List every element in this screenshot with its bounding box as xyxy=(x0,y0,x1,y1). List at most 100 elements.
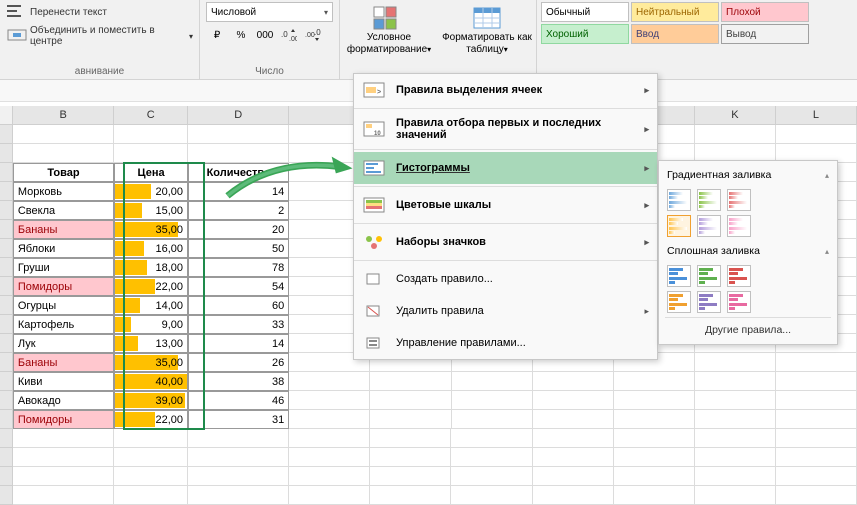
merge-center-icon xyxy=(6,26,28,47)
wrap-text-button[interactable]: Перенести текст xyxy=(6,2,193,23)
col-header-D[interactable]: D xyxy=(188,106,289,124)
cell-qty[interactable]: 14 xyxy=(188,334,289,353)
databar-thumb[interactable] xyxy=(727,189,751,211)
conditional-formatting-button[interactable]: Условное форматирование▾ xyxy=(340,2,438,57)
cell-qty[interactable]: 78 xyxy=(188,258,289,277)
currency-button[interactable]: ₽ xyxy=(206,25,228,45)
cell-product[interactable]: Картофель xyxy=(13,315,114,334)
cell-qty[interactable]: 50 xyxy=(188,239,289,258)
cell-product[interactable]: Свекла xyxy=(13,201,114,220)
col-header-C[interactable]: C xyxy=(114,106,188,124)
databar-thumb[interactable] xyxy=(697,215,721,237)
cell-qty[interactable]: 14 xyxy=(188,182,289,201)
cell-price[interactable]: 22,00 xyxy=(114,410,188,429)
chevron-right-icon: ▸ xyxy=(644,163,649,174)
comma-style-button[interactable]: 000 xyxy=(254,25,276,45)
menu-top-bottom-rules[interactable]: 10 Правила отбора первых и последних зна… xyxy=(354,111,657,147)
percent-button[interactable]: % xyxy=(230,25,252,45)
cell-price[interactable]: 22,00 xyxy=(114,277,188,296)
menu-data-bars[interactable]: Гистограммы ▸ xyxy=(354,152,657,184)
style-good[interactable]: Хороший xyxy=(541,24,629,44)
svg-text:.0: .0 xyxy=(314,28,321,37)
cell-product[interactable]: Лук xyxy=(13,334,114,353)
manage-rules-icon xyxy=(362,333,386,353)
databar-thumb[interactable] xyxy=(697,291,721,313)
col-header-B[interactable]: B xyxy=(13,106,114,124)
format-as-table-button[interactable]: Форматировать как таблицу▾ xyxy=(438,2,536,57)
databar-thumb[interactable] xyxy=(697,265,721,287)
cell-price[interactable]: 9,00 xyxy=(114,315,188,334)
cell-price[interactable]: 35,00 xyxy=(114,220,188,239)
top-bottom-icon: 10 xyxy=(362,119,386,139)
cell-price[interactable]: 15,00 xyxy=(114,201,188,220)
style-neutral[interactable]: Нейтральный xyxy=(631,2,719,22)
menu-highlight-rules[interactable]: > Правила выделения ячеек ▸ xyxy=(354,74,657,106)
cell-price[interactable]: 40,00 xyxy=(114,372,188,391)
table-row[interactable]: Киви40,0038 xyxy=(0,372,857,391)
col-header-L[interactable]: L xyxy=(776,106,857,124)
cell-qty[interactable]: 33 xyxy=(188,315,289,334)
menu-new-rule[interactable]: Создать правило... xyxy=(354,263,657,295)
style-bad[interactable]: Плохой xyxy=(721,2,809,22)
databar-thumb[interactable] xyxy=(667,215,691,237)
databar-thumb[interactable] xyxy=(727,215,751,237)
header-price[interactable]: Цена xyxy=(114,163,188,182)
header-tovar[interactable]: Товар xyxy=(13,163,114,182)
alignment-group: Перенести текст Объединить и поместить в… xyxy=(0,0,200,79)
table-row[interactable]: Авокадо39,0046 xyxy=(0,391,857,410)
cell-product[interactable]: Бананы xyxy=(13,353,114,372)
ribbon: Перенести текст Объединить и поместить в… xyxy=(0,0,857,80)
cell-price[interactable]: 16,00 xyxy=(114,239,188,258)
cell-qty[interactable]: 46 xyxy=(188,391,289,410)
style-normal[interactable]: Обычный xyxy=(541,2,629,22)
cell-product[interactable]: Морковь xyxy=(13,182,114,201)
gradient-fill-header: Градиентная заливка▴ xyxy=(665,165,831,185)
col-header-K[interactable]: K xyxy=(695,106,776,124)
cell-product[interactable]: Помидоры xyxy=(13,277,114,296)
cell-qty[interactable]: 2 xyxy=(188,201,289,220)
merge-center-button[interactable]: Объединить и поместить в центре ▾ xyxy=(6,25,193,47)
menu-color-scales[interactable]: Цветовые шкалы ▸ xyxy=(354,189,657,221)
decrease-decimal-button[interactable]: .00.0 xyxy=(302,25,324,45)
databar-thumb[interactable] xyxy=(697,189,721,211)
increase-decimal-button[interactable]: .0.00 xyxy=(278,25,300,45)
cell-qty[interactable]: 31 xyxy=(188,410,289,429)
cell-qty[interactable]: 20 xyxy=(188,220,289,239)
style-input[interactable]: Ввод xyxy=(631,24,719,44)
cell-styles-group: Обычный Нейтральный Плохой Хороший Ввод … xyxy=(537,0,813,79)
menu-manage-rules[interactable]: Управление правилами... xyxy=(354,327,657,359)
databar-thumb[interactable] xyxy=(667,189,691,211)
cell-qty[interactable]: 26 xyxy=(188,353,289,372)
header-qty[interactable]: Количество xyxy=(188,163,289,182)
cell-price[interactable]: 20,00 xyxy=(114,182,188,201)
chevron-right-icon: ▸ xyxy=(644,306,649,317)
cell-qty[interactable]: 38 xyxy=(188,372,289,391)
cell-price[interactable]: 13,00 xyxy=(114,334,188,353)
cell-product[interactable]: Огурцы xyxy=(13,296,114,315)
cell-price[interactable]: 14,00 xyxy=(114,296,188,315)
databar-thumb[interactable] xyxy=(667,265,691,287)
cell-product[interactable]: Киви xyxy=(13,372,114,391)
cell-price[interactable]: 35,00 xyxy=(114,353,188,372)
menu-clear-rules[interactable]: Удалить правила ▸ xyxy=(354,295,657,327)
number-group-label: Число xyxy=(206,64,333,77)
cell-price[interactable]: 39,00 xyxy=(114,391,188,410)
cell-product[interactable]: Помидоры xyxy=(13,410,114,429)
databar-thumb[interactable] xyxy=(727,265,751,287)
more-rules-button[interactable]: Другие правила... xyxy=(665,317,831,340)
style-output[interactable]: Вывод xyxy=(721,24,809,44)
menu-icon-sets[interactable]: Наборы значков ▸ xyxy=(354,226,657,258)
databar-thumb[interactable] xyxy=(727,291,751,313)
cell-product[interactable]: Яблоки xyxy=(13,239,114,258)
databar-thumb[interactable] xyxy=(667,291,691,313)
number-group: Числовой ▾ ₽ % 000 .0.00 .00.0 Число xyxy=(200,0,340,79)
cell-product[interactable]: Авокадо xyxy=(13,391,114,410)
cell-qty[interactable]: 54 xyxy=(188,277,289,296)
cell-product[interactable]: Груши xyxy=(13,258,114,277)
data-bars-submenu: Градиентная заливка▴ Сплошная заливка▴ Д… xyxy=(658,160,838,345)
table-row[interactable]: Помидоры22,0031 xyxy=(0,410,857,429)
cell-product[interactable]: Бананы xyxy=(13,220,114,239)
cell-qty[interactable]: 60 xyxy=(188,296,289,315)
number-format-combo[interactable]: Числовой ▾ xyxy=(206,2,333,22)
cell-price[interactable]: 18,00 xyxy=(114,258,188,277)
